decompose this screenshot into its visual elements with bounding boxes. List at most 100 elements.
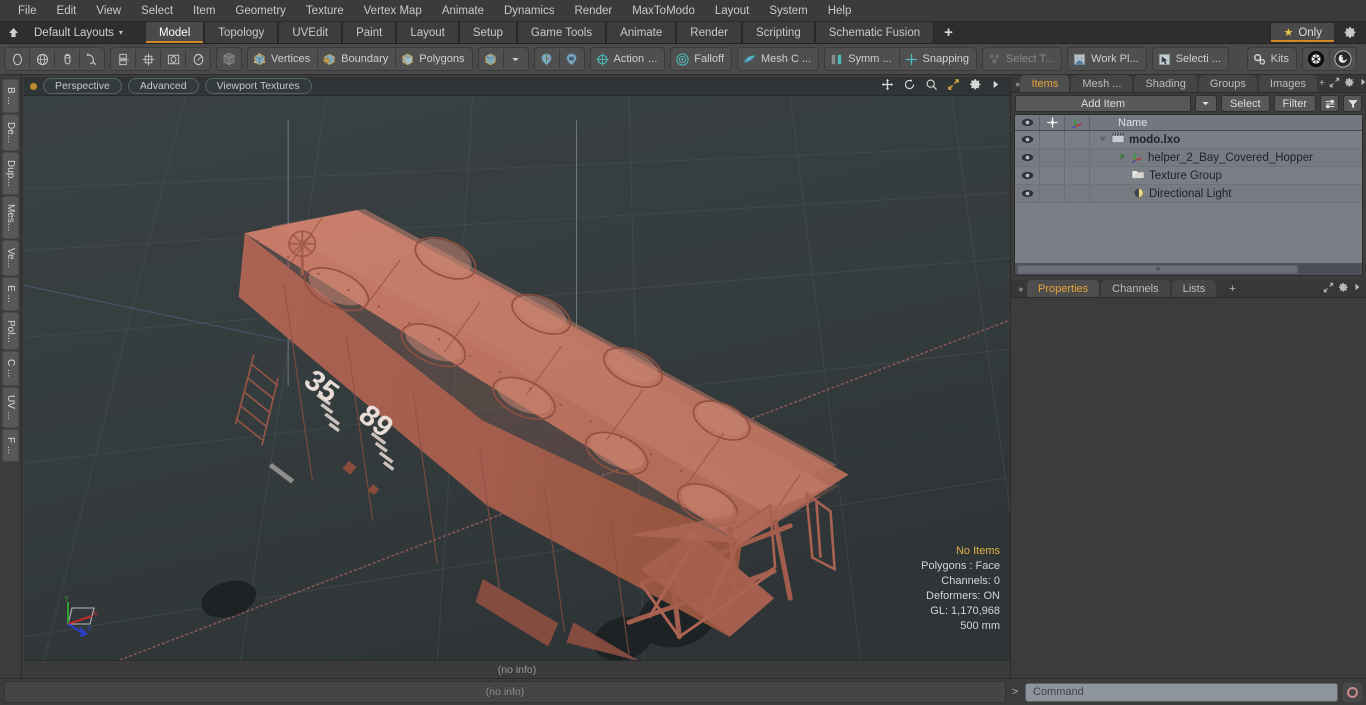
item-tree-scroll-thumb[interactable]	[1017, 264, 1298, 274]
unity-icon[interactable]	[1303, 48, 1329, 70]
ellipse-icon[interactable]	[5, 48, 29, 70]
gear-icon[interactable]	[969, 78, 982, 94]
mesh-constraint-button[interactable]: Mesh C ...	[738, 48, 818, 70]
left-rail-tab-edge[interactable]: E ...	[2, 276, 19, 311]
axis-gizmo[interactable]: Y X Z	[58, 594, 102, 638]
add-tab-button[interactable]: +	[934, 22, 963, 43]
tab-groups[interactable]: Groups	[1198, 75, 1257, 92]
item-tree-mesh-row[interactable]: helper_2_Bay_Covered_Hopper	[1090, 149, 1362, 166]
home-icon[interactable]	[0, 22, 26, 43]
tab-model[interactable]: Model	[144, 22, 205, 43]
menu-item-system[interactable]: System	[759, 0, 817, 22]
left-rail-tab-mesh[interactable]: Mes...	[2, 195, 19, 239]
menu-item-select[interactable]: Select	[131, 0, 183, 22]
panel-menu-dot-icon[interactable]: ●	[1015, 280, 1027, 297]
row-axis-cell[interactable]	[1065, 167, 1090, 184]
globe-icon[interactable]	[30, 48, 54, 70]
tab-schematic-fusion[interactable]: Schematic Fusion	[814, 22, 935, 43]
menu-item-layout[interactable]: Layout	[705, 0, 760, 22]
circle-icon[interactable]	[186, 48, 210, 70]
boundary-mode-button[interactable]: Boundary	[318, 48, 395, 70]
unreal-icon[interactable]	[1330, 48, 1356, 70]
left-rail-tab-uv[interactable]: UV ...	[2, 386, 19, 428]
chevron-right-icon[interactable]	[991, 79, 1000, 93]
item-tree[interactable]: Name modo.lxo helper_2_Bay_Covered_Hoppe…	[1014, 114, 1363, 276]
action-center-button[interactable]: Action ...	[591, 48, 665, 70]
snapping-button[interactable]: Snapping	[900, 48, 977, 70]
select-button[interactable]: Select	[1220, 95, 1270, 112]
row-lock-cell[interactable]	[1040, 131, 1065, 148]
menu-item-item[interactable]: Item	[183, 0, 225, 22]
tab-items[interactable]: Items	[1020, 75, 1070, 92]
menu-item-help[interactable]: Help	[818, 0, 862, 22]
item-tree-scroll-track-end[interactable]	[1300, 264, 1360, 274]
add-panel-tab-button[interactable]: +	[1319, 78, 1325, 89]
menu-item-geometry[interactable]: Geometry	[225, 0, 296, 22]
rotate-icon[interactable]	[903, 78, 916, 94]
filter-button[interactable]: Filter	[1273, 95, 1316, 112]
cube-icon[interactable]	[479, 48, 503, 70]
tab-uvedit[interactable]: UVEdit	[278, 22, 343, 43]
tab-properties[interactable]: Properties	[1027, 280, 1100, 297]
select-through-button[interactable]: Select T...	[983, 48, 1061, 70]
expand-icon[interactable]	[1323, 282, 1334, 296]
item-tree-scrollbar[interactable]	[1015, 263, 1362, 275]
command-input[interactable]: Command	[1025, 682, 1338, 702]
bound-icon[interactable]	[161, 48, 185, 70]
menu-item-vertex-map[interactable]: Vertex Map	[354, 0, 432, 22]
row-visibility-toggle[interactable]	[1015, 167, 1040, 184]
mirror-b-icon[interactable]	[560, 48, 584, 70]
maximize-icon[interactable]	[947, 78, 960, 94]
expander-closed-icon[interactable]	[1118, 152, 1127, 164]
add-properties-tab-button[interactable]: +	[1218, 280, 1246, 297]
row-axis-cell[interactable]	[1065, 131, 1090, 148]
tab-channels[interactable]: Channels	[1101, 280, 1170, 297]
item-tree-texture-group-row[interactable]: Texture Group	[1090, 167, 1362, 184]
only-toggle[interactable]: ★ Only	[1270, 22, 1335, 43]
menu-item-edit[interactable]: Edit	[47, 0, 87, 22]
table-row[interactable]: Directional Light	[1015, 185, 1362, 203]
gear-icon[interactable]	[1344, 77, 1355, 91]
chevron-right-icon[interactable]	[1359, 77, 1366, 90]
falloff-button[interactable]: Falloff	[671, 48, 731, 70]
gear-icon[interactable]	[1338, 282, 1349, 296]
row-visibility-toggle[interactable]	[1015, 149, 1040, 166]
gear-icon[interactable]	[1335, 22, 1366, 43]
viewport-textures-toggle[interactable]: Viewport Textures	[204, 78, 312, 94]
menu-item-animate[interactable]: Animate	[432, 0, 494, 22]
pen-icon[interactable]	[80, 48, 104, 70]
tab-shading[interactable]: Shading	[1134, 75, 1197, 92]
row-axis-cell[interactable]	[1065, 185, 1090, 202]
viewport-shading-style[interactable]: Advanced	[127, 78, 199, 94]
menu-item-texture[interactable]: Texture	[296, 0, 354, 22]
left-rail-tab-fusion[interactable]: F ...	[2, 428, 19, 463]
table-row[interactable]: helper_2_Bay_Covered_Hopper	[1015, 149, 1362, 167]
table-row[interactable]: Texture Group	[1015, 167, 1362, 185]
add-item-dropdown[interactable]	[1194, 95, 1217, 112]
default-layouts-dropdown[interactable]: Default Layouts ▾	[26, 22, 131, 43]
item-tree-scene-row[interactable]: modo.lxo	[1090, 131, 1362, 148]
menu-item-render[interactable]: Render	[564, 0, 622, 22]
zoom-icon[interactable]	[925, 78, 938, 94]
vertices-mode-button[interactable]: Vertices	[248, 48, 317, 70]
row-lock-cell[interactable]	[1040, 185, 1065, 202]
array-icon[interactable]	[111, 48, 135, 70]
work-plane-button[interactable]: Work Pl...	[1068, 48, 1145, 70]
add-item-button[interactable]: Add Item	[1015, 95, 1191, 112]
capsule-icon[interactable]	[55, 48, 79, 70]
row-visibility-toggle[interactable]	[1015, 185, 1040, 202]
menu-item-file[interactable]: File	[8, 0, 47, 22]
expander-open-icon[interactable]	[1098, 134, 1107, 146]
tab-game-tools[interactable]: Game Tools	[516, 22, 607, 43]
menu-item-maxtomodo[interactable]: MaxToModo	[622, 0, 705, 22]
left-rail-tab-basic[interactable]: B ...	[2, 79, 19, 113]
tab-mesh-ops[interactable]: Mesh ...	[1071, 75, 1133, 92]
chevron-down-icon[interactable]	[504, 48, 528, 70]
left-rail-tab-deform[interactable]: De...	[2, 113, 19, 151]
cube-dark-icon[interactable]	[217, 48, 241, 70]
3d-viewport[interactable]: 35 89 No Items Polygons: Face Channels:…	[24, 96, 1010, 660]
menu-item-view[interactable]: View	[86, 0, 131, 22]
table-row[interactable]: modo.lxo	[1015, 131, 1362, 149]
left-rail-tab-polygon[interactable]: Pol...	[2, 311, 19, 351]
tab-layout[interactable]: Layout	[396, 22, 459, 43]
